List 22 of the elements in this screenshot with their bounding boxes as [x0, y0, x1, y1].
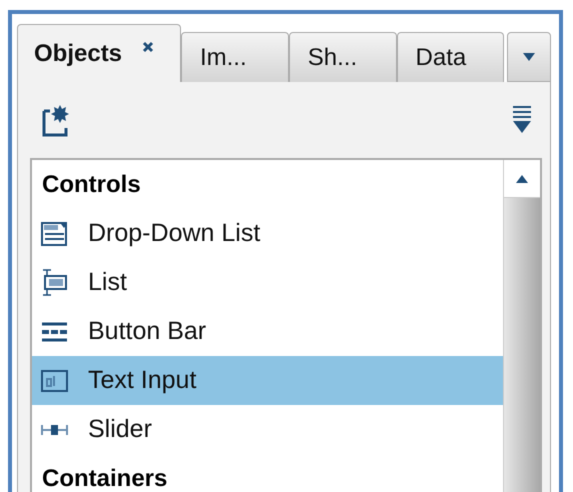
- tab[interactable]: Objects: [17, 24, 181, 82]
- group-heading: Containers: [41, 464, 168, 492]
- group-heading: Controls: [41, 170, 142, 200]
- list-item[interactable]: Text Input: [32, 356, 503, 405]
- close-icon[interactable]: [142, 40, 154, 52]
- caret-up-icon: [516, 174, 528, 182]
- list-icon: [41, 269, 68, 296]
- tab[interactable]: Im...: [180, 32, 289, 82]
- new-object-icon[interactable]: [42, 103, 70, 137]
- tab-overflow-button[interactable]: [507, 32, 552, 82]
- list-item[interactable]: Slider: [32, 405, 503, 454]
- menu-icon[interactable]: [512, 105, 532, 135]
- list-item[interactable]: List: [32, 258, 503, 307]
- dropdown-list-icon: [41, 220, 68, 247]
- text-input-icon: [41, 370, 68, 392]
- list-item[interactable]: Drop-Down List: [32, 209, 503, 258]
- list-item[interactable]: Button Bar: [32, 307, 503, 356]
- caret-down-icon: [523, 53, 536, 61]
- scrollbar-thumb[interactable]: [504, 198, 540, 492]
- button-bar-icon: [41, 322, 68, 342]
- tab[interactable]: Data: [396, 32, 504, 82]
- tab[interactable]: Sh...: [288, 32, 397, 82]
